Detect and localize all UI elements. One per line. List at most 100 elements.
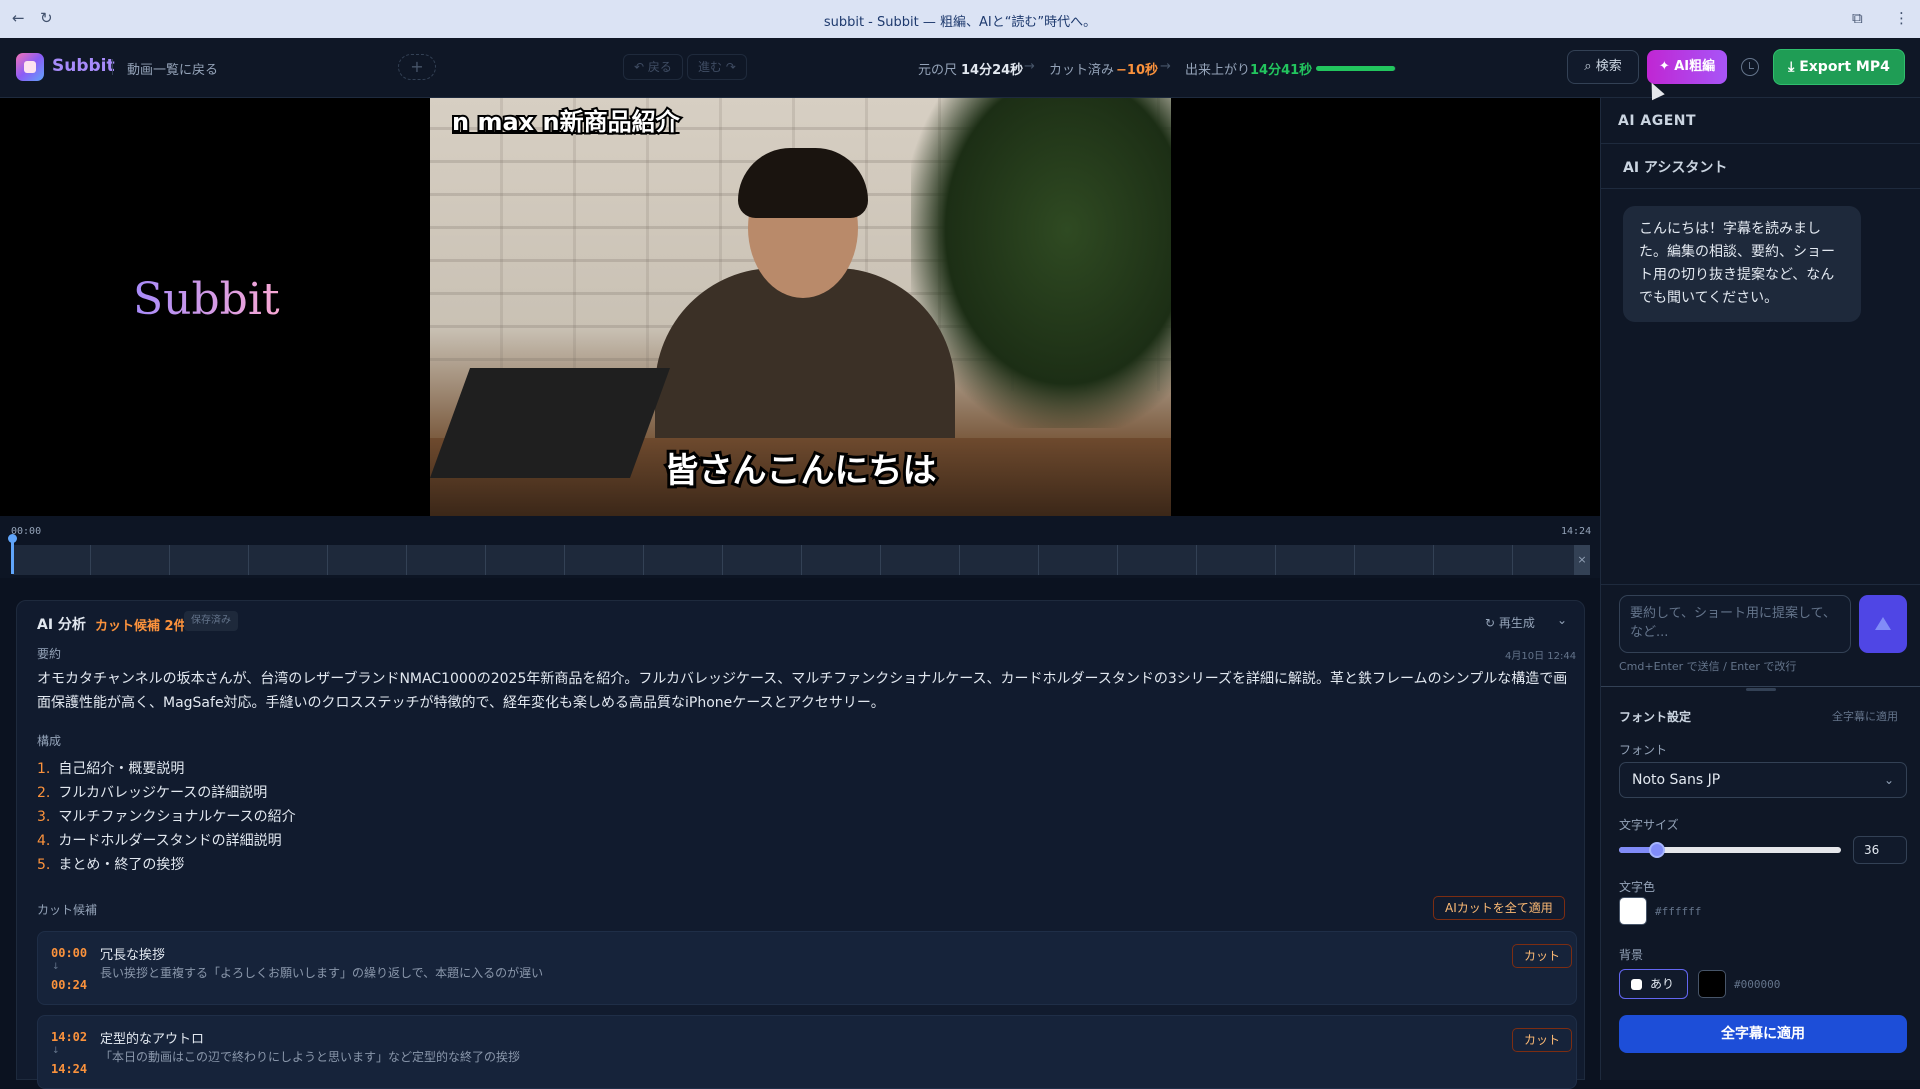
progress-fill — [1316, 66, 1396, 71]
original-length-value: 14分24秒 — [961, 63, 1024, 78]
history-icon[interactable] — [1741, 58, 1759, 76]
font-label: フォント — [1619, 743, 1668, 757]
download-icon: ⤓ — [1788, 59, 1800, 75]
browser-title: subbit - Subbit — 粗編、AIと“読む”時代へ。 — [823, 15, 1097, 30]
cut-candidate-card: 00:00 ↓ 00:24 冗長な挨拶 長い挨拶と重複する「よろしくお願いします… — [37, 931, 1577, 1005]
search-icon: ⌕ — [1584, 59, 1596, 74]
menu-dots-icon[interactable]: ⋮ — [1894, 9, 1909, 27]
playhead[interactable] — [8, 534, 17, 574]
structure-label: 構成 — [37, 734, 62, 748]
analysis-date: 4月10日 12:44 — [1505, 651, 1577, 662]
list-number: 5. — [37, 857, 51, 873]
list-number: 4. — [37, 833, 51, 849]
assistant-panel: AI AGENT AI アシスタント こんにちは！字幕を読みました。編集の相談、… — [1600, 98, 1920, 1080]
browser-chrome: ← ↻ subbit - Subbit — 粗編、AIと“読む”時代へ。 ⧉ ⋮ — [0, 0, 1920, 38]
cut-candidates-label: カット候補 — [37, 903, 98, 917]
down-arrow-icon: ↓ — [52, 962, 60, 972]
regenerate-label: 再生成 — [1498, 616, 1535, 630]
side-logo: Subbit — [133, 274, 280, 325]
list-number: 3. — [37, 809, 51, 825]
list-text: マルチファンクショナルケースの紹介 — [58, 809, 296, 825]
saved-badge: 保存済み — [184, 611, 238, 631]
background-toggle[interactable]: あり — [1619, 969, 1688, 999]
back-to-list-link[interactable]: 動画一覧に戻る — [127, 59, 218, 78]
send-icon[interactable] — [1859, 595, 1907, 653]
divider — [1601, 584, 1920, 585]
ai-rough-edit-button[interactable]: ✦ AI粗編 — [1647, 50, 1727, 84]
list-text: 自己紹介・概要説明 — [58, 761, 185, 777]
font-value: Noto Sans JP — [1632, 772, 1721, 788]
export-mp4-button[interactable]: ⤓ Export MP4 — [1773, 49, 1905, 85]
chat-input[interactable]: 要約して、ショート用に提案して、など... — [1619, 595, 1851, 653]
timeline-track[interactable] — [12, 545, 1590, 575]
apply-to-all-button[interactable]: 全字幕に適用 — [1619, 1015, 1907, 1053]
redo-button[interactable]: 進む ↷ — [687, 54, 747, 80]
add-icon[interactable]: + — [398, 54, 436, 80]
cut-description: 長い挨拶と重複する「よろしくお願いします」の繰り返しで、本題に入るのが遅い — [100, 966, 544, 980]
resize-handle[interactable] — [1746, 688, 1776, 691]
video-player[interactable]: n max n新商品紹介 皆さんこんにちは — [430, 98, 1171, 516]
agent-header: AI AGENT — [1618, 113, 1697, 129]
extension-icon[interactable]: ⧉ — [1852, 9, 1863, 27]
list-item: 3. マルチファンクショナルケースの紹介 — [37, 805, 296, 829]
apply-all-link[interactable]: 全字幕に適用 — [1832, 708, 1898, 724]
text-color-swatch[interactable] — [1619, 897, 1647, 925]
list-number: 2. — [37, 785, 51, 801]
caption-subtitle: 皆さんこんにちは — [662, 448, 940, 494]
cut-count-badge: カット候補 2件 — [95, 619, 187, 634]
caption-title: n max n新商品紹介 — [450, 106, 682, 138]
structure-list: 1. 自己紹介・概要説明 2. フルカバレッジケースの詳細説明 3. マルチファンクシ… — [37, 757, 296, 877]
cut-description: 「本日の動画はこの辺で終わりにしようと思います」など定型的な終了の挨拶 — [100, 1050, 521, 1064]
cut-title: 定型的なアウトロ — [100, 1032, 205, 1047]
background-color-hex: #000000 — [1734, 978, 1781, 991]
export-label: Export MP4 — [1799, 59, 1890, 75]
close-icon[interactable]: × — [1574, 545, 1590, 575]
search-label: 検索 — [1595, 59, 1622, 74]
font-select[interactable]: Noto Sans JP ⌄ — [1619, 762, 1907, 798]
brand-name: Subbit — [52, 56, 115, 76]
cut-button[interactable]: カット — [1512, 944, 1573, 968]
cut-button[interactable]: カット — [1512, 1028, 1573, 1052]
timeline-end: 14:24 — [1561, 526, 1592, 537]
down-arrow-icon: ↓ — [52, 1046, 60, 1056]
font-size-input[interactable]: 36 — [1853, 836, 1907, 864]
list-text: カードホルダースタンドの詳細説明 — [58, 833, 282, 849]
list-text: まとめ・終了の挨拶 — [58, 857, 185, 873]
send-hint: Cmd+Enter で送信 / Enter で改行 — [1619, 660, 1797, 673]
background-color-swatch[interactable] — [1698, 970, 1726, 998]
ai-analysis-panel: AI 分析 カット候補 2件 保存済み ↻ 再生成 ⌄ 要約 4月10日 12:… — [16, 600, 1585, 1089]
list-number: 1. — [37, 761, 51, 777]
undo-button[interactable]: ↶ 戻る — [623, 54, 683, 80]
cut-start-time: 00:00 — [51, 946, 88, 960]
search-button[interactable]: ⌕ 検索 — [1567, 50, 1639, 84]
divider — [112, 59, 113, 75]
video-stage: Subbit n max n新商品紹介 皆さんこんにちは — [0, 98, 1600, 516]
cut-label: カット済み — [1049, 63, 1115, 78]
list-item: 5. まとめ・終了の挨拶 — [37, 853, 296, 877]
result-length-label: 出来上がり — [1185, 63, 1251, 78]
regenerate-button[interactable]: ↻ 再生成 — [1485, 614, 1535, 631]
analysis-title: AI 分析 — [37, 617, 86, 633]
cut-candidate-card: 14:02 ↓ 14:24 定型的なアウトロ 「本日の動画はこの辺で終わりにしよ… — [37, 1015, 1577, 1089]
chevron-down-icon[interactable]: ⌄ — [1557, 613, 1567, 627]
result-length-value: 14分41秒 — [1250, 63, 1313, 78]
summary-text: オモカタチャンネルの坂本さんが、台湾のレザーブランドNMAC1000の2025年… — [37, 671, 1568, 711]
color-label: 文字色 — [1619, 880, 1656, 894]
logo-icon — [16, 53, 44, 81]
divider — [1601, 143, 1920, 144]
top-bar: Subbit 動画一覧に戻る + ↶ 戻る 進む ↷ 元の尺 14分24秒 → … — [0, 38, 1920, 98]
font-size-slider[interactable] — [1619, 842, 1841, 858]
list-item: 1. 自己紹介・概要説明 — [37, 757, 296, 781]
text-color-hex: #ffffff — [1655, 905, 1702, 918]
summary-label: 要約 — [37, 647, 62, 661]
size-label: 文字サイズ — [1619, 818, 1679, 832]
apply-all-cuts-button[interactable]: AIカットを全て適用 — [1433, 896, 1565, 920]
assistant-message: こんにちは！字幕を読みました。編集の相談、要約、ショート用の切り抜き提案など、な… — [1623, 206, 1861, 322]
list-item: 4. カードホルダースタンドの詳細説明 — [37, 829, 296, 853]
list-text: フルカバレッジケースの詳細説明 — [58, 785, 268, 801]
slider-knob[interactable] — [1648, 842, 1665, 858]
chevron-down-icon: ⌄ — [1883, 773, 1894, 787]
length-progress-bar — [1316, 66, 1396, 71]
timeline[interactable]: 00:00 14:24 × — [0, 516, 1600, 578]
original-length-label: 元の尺 — [918, 63, 958, 78]
